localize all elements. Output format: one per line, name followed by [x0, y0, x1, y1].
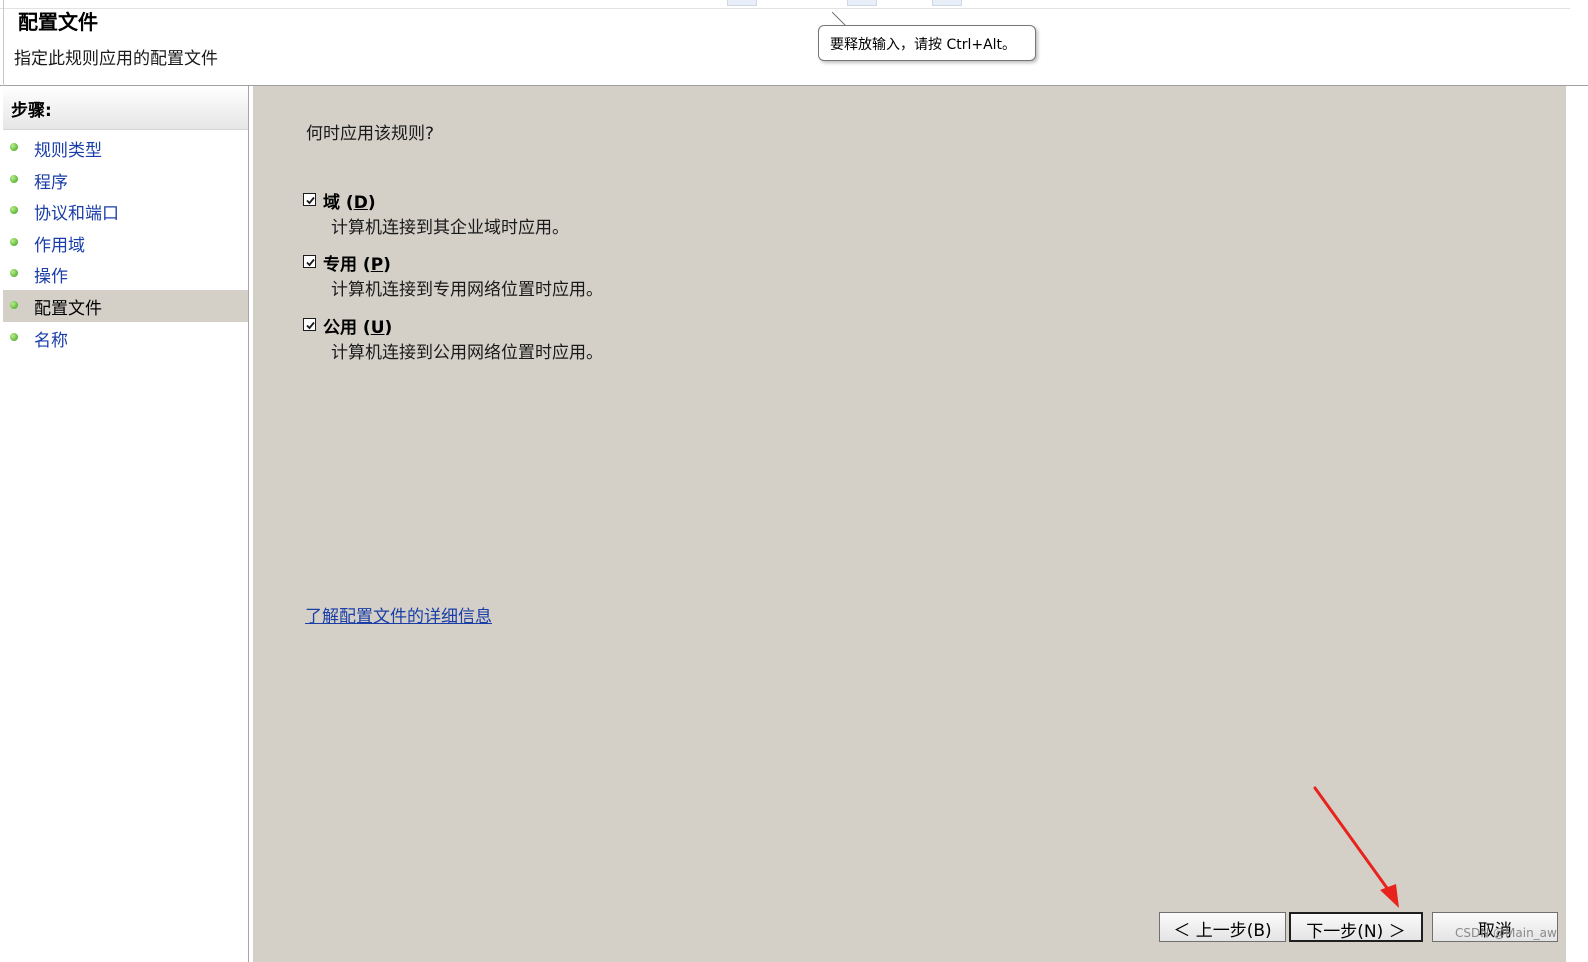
public-label[interactable]: 公用 (U) [323, 313, 392, 338]
profile-info-link[interactable]: 了解配置文件的详细信息 [305, 602, 492, 627]
green-bullet-icon [10, 206, 18, 214]
steps-header: 步骤: [3, 86, 248, 130]
green-bullet-icon [10, 269, 18, 277]
step-program[interactable]: 程序 [3, 164, 248, 196]
private-label[interactable]: 专用 (P) [323, 250, 391, 275]
toolbar-tab-marker [847, 0, 877, 6]
private-checkbox[interactable] [303, 255, 316, 268]
title-divider [0, 8, 1570, 9]
toolbar-tab-marker [932, 0, 962, 6]
page-title: 配置文件 [18, 10, 98, 34]
step-label: 配置文件 [34, 299, 102, 319]
steps-sidebar: 步骤: 规则类型 程序 协议和端口 作用域 操作 配置文件 名称 [3, 86, 249, 962]
step-profile[interactable]: 配置文件 [3, 290, 248, 322]
green-bullet-icon [10, 238, 18, 246]
step-label[interactable]: 名称 [34, 326, 68, 351]
annotation-arrow [1300, 780, 1420, 924]
green-bullet-icon [10, 175, 18, 183]
page-subtitle: 指定此规则应用的配置文件 [14, 49, 218, 69]
step-label[interactable]: 规则类型 [34, 136, 102, 161]
question-label: 何时应用该规则? [306, 124, 435, 144]
step-protocol-ports[interactable]: 协议和端口 [3, 195, 248, 227]
domain-label[interactable]: 域 (D) [323, 188, 376, 213]
watermark: CSDN @Main_aw [1455, 926, 1557, 940]
green-bullet-icon [10, 301, 18, 309]
checkmark-icon [306, 196, 315, 205]
step-label[interactable]: 作用域 [34, 231, 85, 256]
domain-description: 计算机连接到其企业域时应用。 [331, 218, 569, 238]
green-bullet-icon [10, 333, 18, 341]
step-scope[interactable]: 作用域 [3, 227, 248, 259]
public-description: 计算机连接到公用网络位置时应用。 [331, 343, 603, 363]
public-checkbox[interactable] [303, 318, 316, 331]
private-description: 计算机连接到专用网络位置时应用。 [331, 280, 603, 300]
wizard-window: 配置文件 指定此规则应用的配置文件 要释放输入，请按 Ctrl+Alt。 步骤:… [0, 0, 1588, 962]
step-action[interactable]: 操作 [3, 258, 248, 290]
step-name[interactable]: 名称 [3, 322, 248, 354]
domain-checkbox[interactable] [303, 193, 316, 206]
step-label[interactable]: 程序 [34, 168, 68, 193]
wizard-header: 配置文件 指定此规则应用的配置文件 [0, 0, 1588, 86]
step-label[interactable]: 协议和端口 [34, 199, 119, 224]
checkmark-icon [306, 321, 315, 330]
step-label[interactable]: 操作 [34, 262, 68, 287]
green-bullet-icon [10, 143, 18, 151]
checkmark-icon [306, 258, 315, 267]
step-rule-type[interactable]: 规则类型 [3, 132, 248, 164]
frame-border-left [3, 0, 4, 86]
input-release-tooltip: 要释放输入，请按 Ctrl+Alt。 [818, 25, 1036, 61]
toolbar-tab-marker [727, 0, 757, 6]
back-button[interactable]: ＜ 上一步(B) [1159, 912, 1286, 942]
